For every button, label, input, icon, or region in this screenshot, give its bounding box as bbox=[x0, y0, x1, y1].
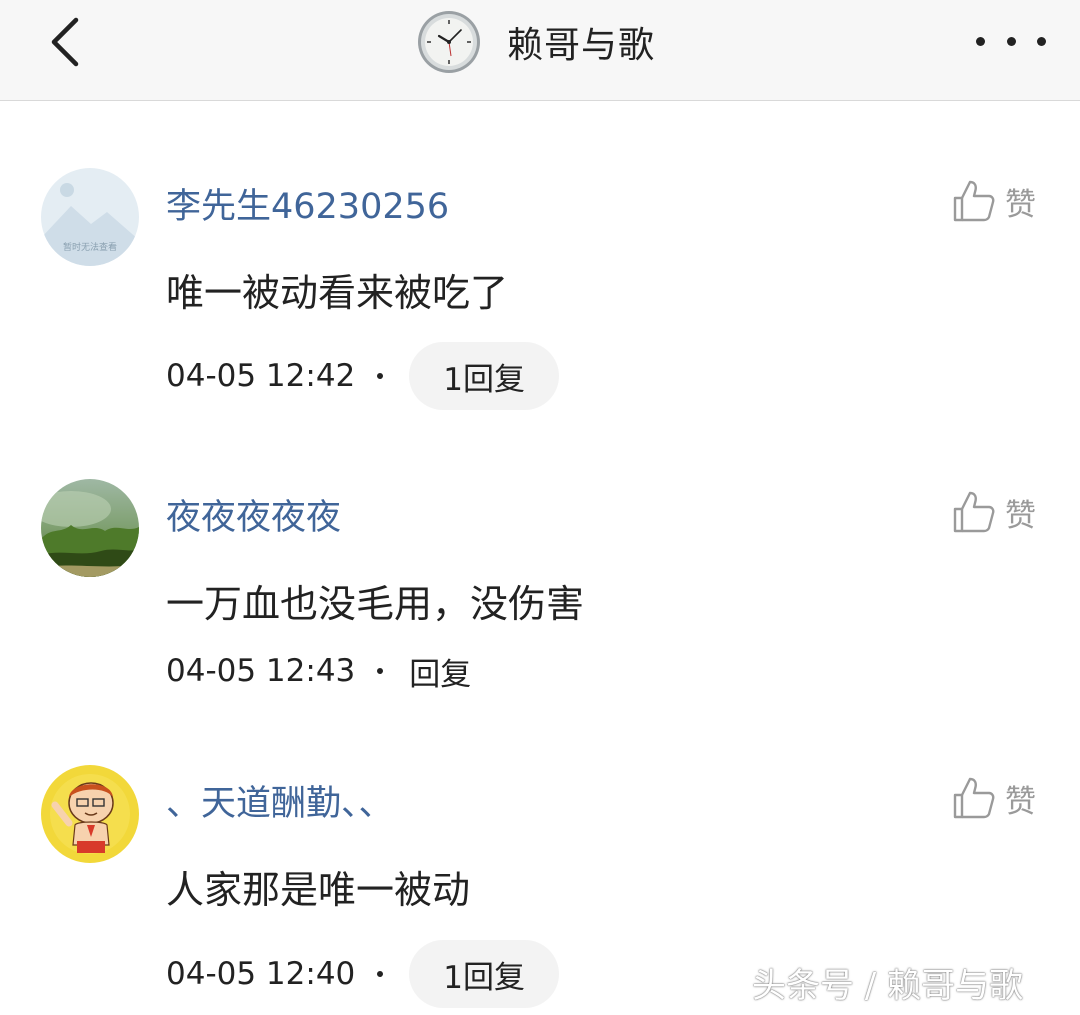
top-bar: 赖哥与歌 bbox=[0, 0, 1080, 101]
comment-time: 04-05 12:42 bbox=[166, 358, 356, 394]
avatar-placeholder-text: 暂时无法查看 bbox=[63, 241, 117, 253]
comment-content: 人家那是唯一被动 bbox=[166, 868, 471, 912]
more-dot bbox=[1006, 36, 1016, 46]
reply-button[interactable]: 1回复 bbox=[409, 940, 560, 1008]
avatar[interactable]: 暂时无法查看 bbox=[41, 168, 139, 266]
reply-button[interactable]: 回复 bbox=[409, 649, 471, 694]
separator-dot bbox=[377, 668, 384, 674]
comment-meta: 04-05 12:43 回复 bbox=[166, 637, 471, 705]
like-label: 赞 bbox=[1005, 497, 1036, 534]
more-button[interactable] bbox=[976, 26, 1046, 56]
separator-dot bbox=[377, 373, 384, 379]
comment-meta: 04-05 12:42 1回复 bbox=[166, 342, 560, 410]
avatar[interactable] bbox=[41, 479, 139, 577]
clock-avatar-icon[interactable] bbox=[417, 10, 481, 74]
reply-button[interactable]: 1回复 bbox=[409, 342, 560, 410]
comment-username[interactable]: 李先生46230256 bbox=[166, 178, 449, 229]
like-label: 赞 bbox=[1005, 186, 1036, 223]
comment-time: 04-05 12:40 bbox=[166, 956, 356, 992]
like-button[interactable]: 赞 bbox=[951, 487, 1036, 537]
back-button[interactable] bbox=[40, 14, 96, 70]
chevron-left-icon bbox=[51, 17, 79, 67]
thumbs-up-icon bbox=[953, 777, 995, 819]
more-dot bbox=[1037, 36, 1046, 46]
watermark: 头条号 / 赖哥与歌 bbox=[752, 966, 1024, 1006]
separator-dot bbox=[377, 971, 384, 977]
thumbs-up-icon bbox=[953, 180, 995, 222]
like-label: 赞 bbox=[1005, 783, 1036, 820]
avatar[interactable] bbox=[41, 765, 139, 863]
comment-content: 唯一被动看来被吃了 bbox=[166, 271, 509, 315]
header-title-group: 赖哥与歌 bbox=[417, 10, 655, 74]
more-dots-icon bbox=[976, 36, 985, 46]
comment-username[interactable]: 夜夜夜夜夜 bbox=[166, 489, 341, 540]
like-button[interactable]: 赞 bbox=[951, 773, 1036, 823]
page-title: 赖哥与歌 bbox=[507, 25, 656, 66]
comment-meta: 04-05 12:40 1回复 bbox=[166, 940, 560, 1008]
comment-content: 一万血也没毛用，没伤害 bbox=[166, 582, 585, 626]
like-button[interactable]: 赞 bbox=[951, 176, 1036, 226]
thumbs-up-icon bbox=[953, 491, 995, 533]
comment-time: 04-05 12:43 bbox=[166, 653, 356, 689]
comment-username[interactable]: 、天道酬勤、、 bbox=[166, 775, 394, 826]
